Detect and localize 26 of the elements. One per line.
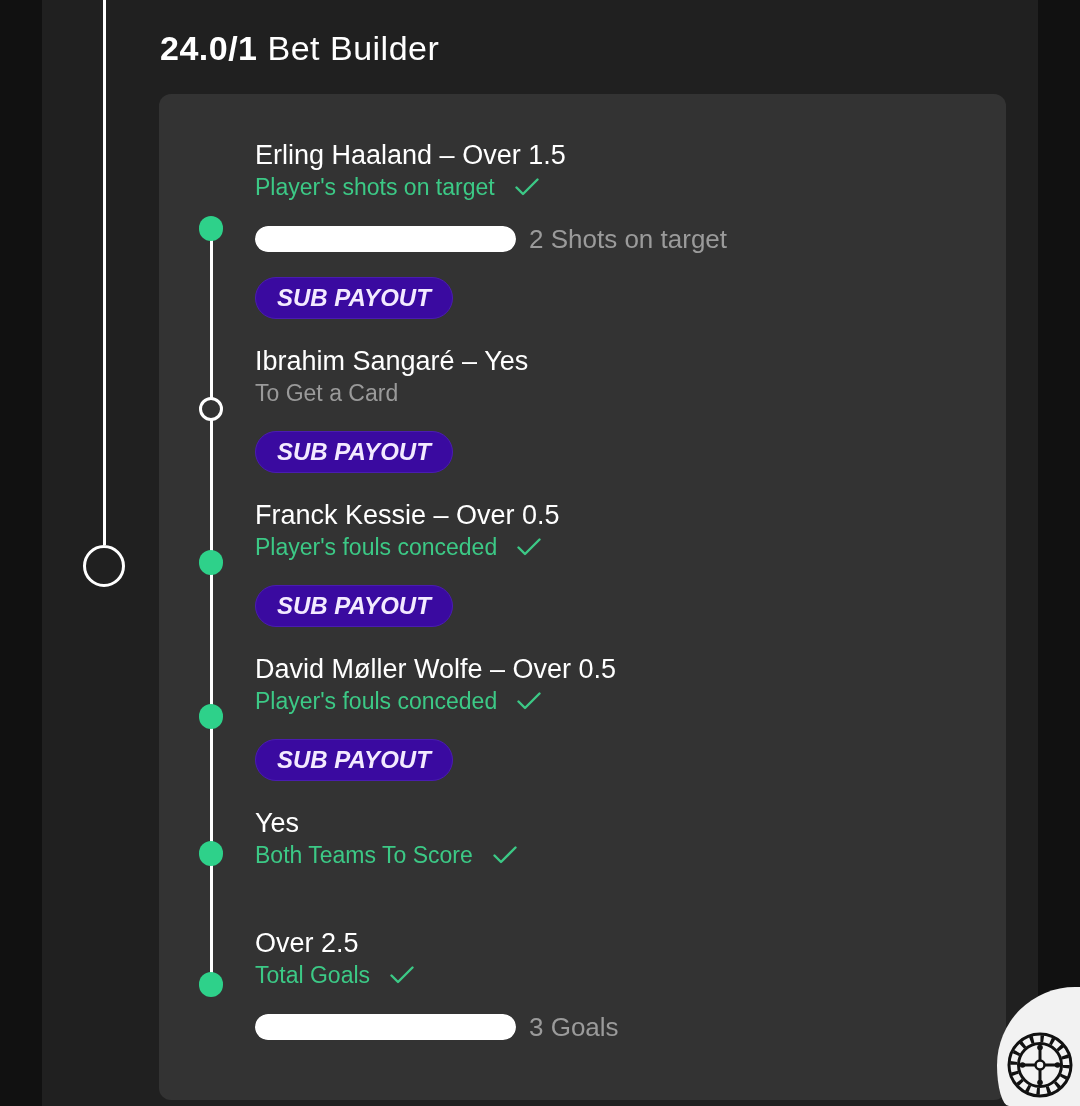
- bet-title: 24.0/1 Bet Builder: [160, 28, 440, 68]
- market-label: Total Goals: [255, 961, 371, 990]
- selection-title: Yes: [255, 807, 300, 840]
- check-icon: [517, 692, 542, 710]
- sub-payout-badge: SUB PAYOUT: [255, 431, 453, 473]
- selection-title: Erling Haaland – Over 1.5: [255, 139, 566, 172]
- market-label: Player's fouls conceded: [255, 687, 498, 716]
- selection-title: Franck Kessie – Over 0.5: [255, 499, 560, 532]
- market-label: Player's fouls conceded: [255, 533, 498, 562]
- check-icon: [492, 846, 517, 864]
- market-label: To Get a Card: [255, 379, 399, 408]
- selection-title: Ibrahim Sangaré – Yes: [255, 345, 529, 378]
- progress-reading: 2 Shots on target: [529, 224, 728, 254]
- market-label: Both Teams To Score: [255, 841, 473, 870]
- market-label: Player's shots on target: [255, 173, 495, 202]
- selection-title: David Møller Wolfe – Over 0.5: [255, 653, 617, 686]
- sub-payout-badge: SUB PAYOUT: [255, 277, 453, 319]
- timeline-node: [83, 545, 125, 587]
- roulette-wheel-icon: [1007, 1032, 1073, 1098]
- check-icon: [390, 966, 415, 984]
- sub-payout-badge: SUB PAYOUT: [255, 585, 453, 627]
- progress-reading: 3 Goals: [529, 1012, 619, 1042]
- selection-title: Over 2.5: [255, 927, 359, 960]
- check-icon: [517, 538, 542, 556]
- sub-payout-badge: SUB PAYOUT: [255, 739, 453, 781]
- check-icon: [514, 178, 539, 196]
